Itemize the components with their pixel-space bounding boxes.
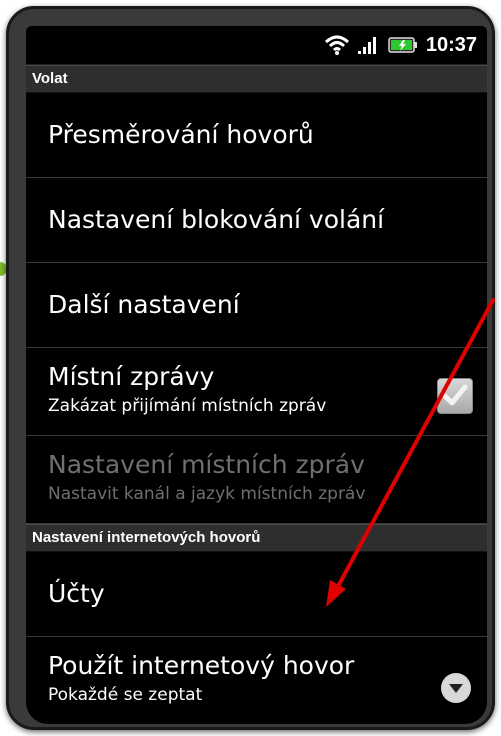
item-title: Nastavení blokování volání <box>48 205 385 234</box>
battery-icon <box>388 37 417 53</box>
item-accounts[interactable]: Účty <box>26 552 487 637</box>
section-header-internet-calls: Nastavení internetových hovorů <box>26 524 487 552</box>
clock: 10:37 <box>425 33 477 56</box>
phone-frame: 10:37 Volat Přesměrování hovorů Nastaven… <box>6 6 495 730</box>
item-cell-broadcast[interactable]: Místní zprávy Zakázat přijímání místních… <box>26 348 487 436</box>
item-subtitle: Nastavit kanál a jazyk místních zpráv <box>48 484 366 504</box>
item-title: Místní zprávy <box>48 362 215 391</box>
chevron-down-icon <box>449 684 463 693</box>
item-title: Použít internetový hovor <box>48 651 355 680</box>
item-use-internet-call[interactable]: Použít internetový hovor Pokaždé se zept… <box>26 637 487 724</box>
checkmark-icon <box>442 384 468 406</box>
internet-call-dropdown[interactable] <box>441 673 471 703</box>
item-title: Nastavení místních zpráv <box>48 450 365 479</box>
cell-broadcast-checkbox[interactable] <box>437 378 473 414</box>
item-call-forwarding[interactable]: Přesměrování hovorů <box>26 93 487 178</box>
item-title: Přesměrování hovorů <box>48 120 314 149</box>
wifi-icon <box>324 35 349 55</box>
item-title: Další nastavení <box>48 290 240 319</box>
status-icons: 10:37 <box>324 32 477 58</box>
item-title: Účty <box>48 579 105 608</box>
item-cell-broadcast-settings: Nastavení místních zpráv Nastavit kanál … <box>26 436 487 524</box>
item-call-blocking[interactable]: Nastavení blokování volání <box>26 178 487 263</box>
item-more-settings[interactable]: Další nastavení <box>26 263 487 348</box>
signal-icon <box>357 37 376 54</box>
screen: 10:37 Volat Přesměrování hovorů Nastaven… <box>26 26 487 724</box>
status-bar: 10:37 <box>26 26 487 65</box>
item-subtitle: Zakázat přijímání místních zpráv <box>48 396 327 416</box>
section-header-call: Volat <box>26 65 487 93</box>
item-subtitle: Pokaždé se zeptat <box>48 685 203 705</box>
